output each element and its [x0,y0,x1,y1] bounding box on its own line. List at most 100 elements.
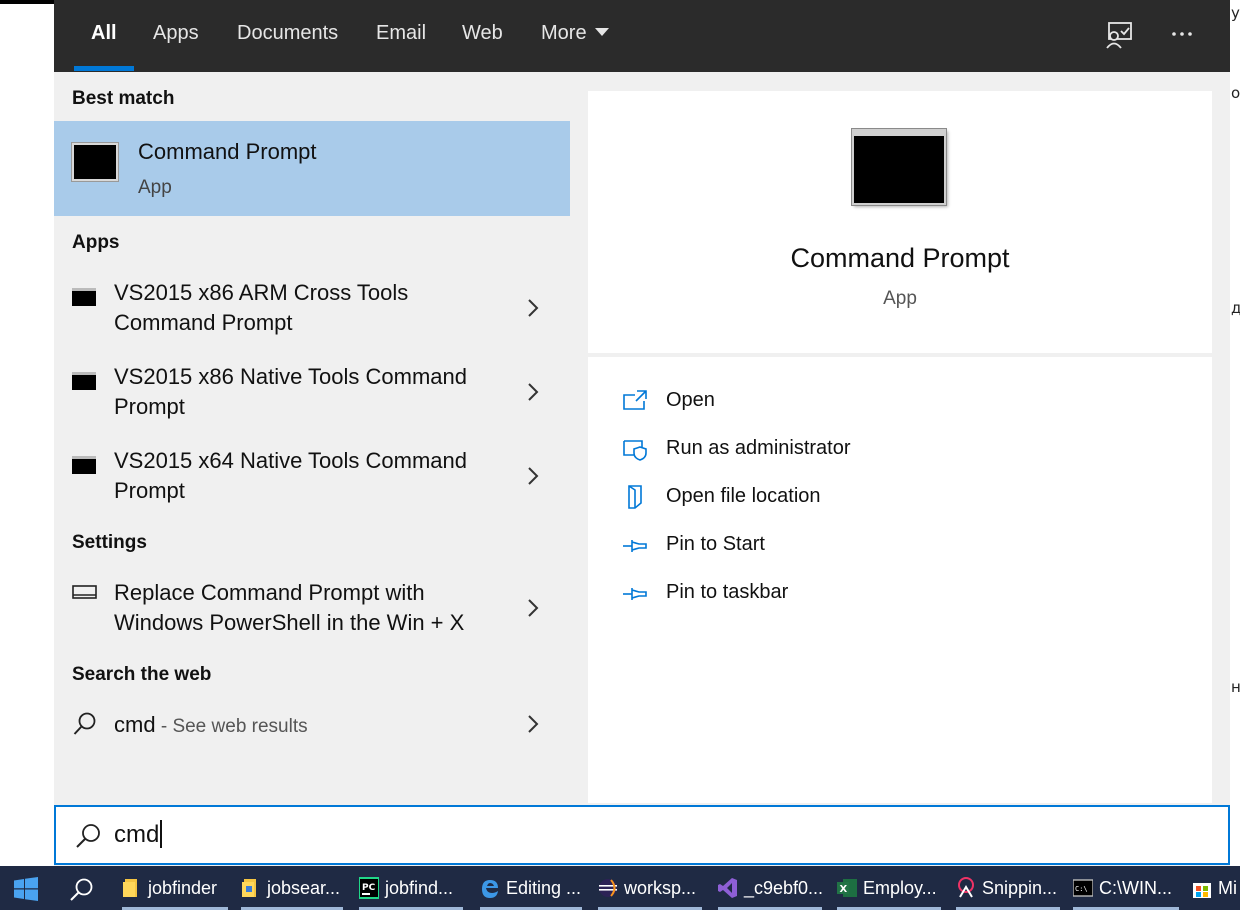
action-label: Open file location [666,485,821,507]
pycharm-icon: PC [359,877,379,899]
screen: у о д н All Apps Documents Email Web Mor… [0,0,1240,910]
taskbar-item[interactable]: Mi [1192,866,1240,910]
tab-label: More [541,22,587,44]
svg-text:PC: PC [362,883,376,893]
background-window-left [0,0,54,866]
active-tab-indicator [74,66,134,71]
results-list: Best match Command Prompt App Apps VS201… [54,72,570,806]
result-title: VS2015 x86 Native Tools Command [114,364,468,389]
pin-icon [623,540,647,552]
snipping-icon [958,877,974,898]
taskbar-item[interactable]: jobsear... [241,866,343,910]
background-window-border [0,0,54,4]
ellipsis-icon[interactable] [1165,18,1199,52]
tab-label: Web [462,22,503,44]
section-heading: Apps [72,232,120,253]
action-label: Pin to taskbar [666,581,789,603]
chevron-right-icon[interactable] [526,598,540,618]
taskbar-item-label: _c9ebf0... [744,878,824,898]
tab-label: Email [376,22,427,44]
app-result[interactable]: VS2015 x64 Native Tools Command Prompt [54,446,570,526]
taskbar: jobfinder jobsear... PC jobfind... Editi… [0,866,1240,910]
result-title: Command Prompt [138,139,317,164]
taskbar-item-label: jobfinder [148,878,218,898]
cmd-icon: C:\ [1073,879,1093,897]
tab-all[interactable]: All [91,0,117,72]
search-panel: All Apps Documents Email Web More Best m… [54,0,1230,866]
taskbar-item[interactable]: C:\ C:\WIN... [1073,866,1179,910]
tab-email[interactable]: Email [376,0,426,72]
result-subtitle: App [138,177,172,198]
command-prompt-icon [72,456,96,474]
taskbar-item-label: worksp... [624,878,697,898]
feedback-icon[interactable] [1102,18,1136,52]
action-label: Run as administrator [666,437,851,459]
folder-icon [242,879,256,897]
web-query: cmd [114,712,156,737]
tab-label: All [91,22,117,44]
tab-apps[interactable]: Apps [153,0,199,72]
visual-studio-icon [718,878,737,898]
search-input[interactable]: cmd [54,805,1230,865]
result-title-cont: Prompt [114,478,185,503]
tab-more[interactable]: More [541,0,609,72]
folder-icon [123,879,137,897]
search-icon [73,712,96,735]
chevron-right-icon[interactable] [526,298,540,318]
shield-icon [623,440,647,461]
app-result[interactable]: VS2015 x86 ARM Cross Tools Command Prompt [54,278,570,358]
taskbar-item-label: C:\WIN... [1099,878,1172,898]
taskbar-item-label: jobfind... [385,878,454,898]
background-window-right: у о д н [1230,0,1240,866]
edge-icon [482,880,498,898]
chevron-right-icon[interactable] [526,466,540,486]
action-label: Open [666,389,715,411]
taskbar-item[interactable]: jobfinder [122,866,228,910]
command-prompt-icon [72,288,96,306]
background-text: н [1231,678,1240,696]
icon-titlebar [854,131,944,136]
open-icon [623,390,647,410]
search-icon[interactable] [68,876,96,904]
section-heading: Best match [72,88,175,109]
result-title: VS2015 x86 ARM Cross Tools [114,280,409,305]
taskbar-item[interactable]: X Employ... [837,866,941,910]
web-query-suffix: - See web results [155,716,308,737]
web-search-result[interactable]: cmd - See web results [54,710,570,746]
chevron-right-icon[interactable] [526,382,540,402]
taskbar-item[interactable]: Snippin... [956,866,1060,910]
taskbar-item-label: Mi [1218,878,1237,898]
text-cursor [160,819,163,848]
section-heading: Search the web [72,664,212,685]
taskbar-item-label: Snippin... [982,878,1058,898]
command-prompt-icon [72,143,118,181]
settings-result[interactable]: Replace Command Prompt with Windows Power… [54,578,570,658]
result-title: Replace Command Prompt with [114,580,425,605]
result-title-cont: Windows PowerShell in the Win + X [114,610,465,635]
taskbar-item[interactable]: _c9ebf0... [718,866,824,910]
app-result[interactable]: VS2015 x86 Native Tools Command Prompt [54,362,570,442]
windows-start-icon[interactable] [14,877,38,901]
best-match-result[interactable]: Command Prompt App [54,121,570,216]
result-title-cont: Command Prompt [114,310,293,335]
result-title-cont: Prompt [114,394,185,419]
chevron-down-icon [594,27,609,36]
preview-card: Command Prompt App [588,91,1212,353]
eclipse-icon [599,879,617,897]
chevron-right-icon[interactable] [526,714,540,734]
background-text: о [1231,84,1240,102]
action-label: Pin to Start [666,533,765,555]
preview-title: Command Prompt [790,243,1010,273]
taskbar-item[interactable]: Editing ... [480,866,582,910]
store-icon [1193,883,1211,898]
tab-web[interactable]: Web [462,0,503,72]
tab-documents[interactable]: Documents [237,0,338,72]
search-tabs-bar: All Apps Documents Email Web More [54,0,1230,72]
section-heading: Settings [72,532,147,553]
taskbar-item-label: Editing ... [506,878,582,898]
taskbar-item[interactable]: PC jobfind... [359,866,463,910]
taskbar-item[interactable]: worksp... [598,866,702,910]
background-text: д [1231,299,1240,317]
svg-text:C:\: C:\ [1075,885,1088,893]
settings-display-icon [72,585,97,599]
